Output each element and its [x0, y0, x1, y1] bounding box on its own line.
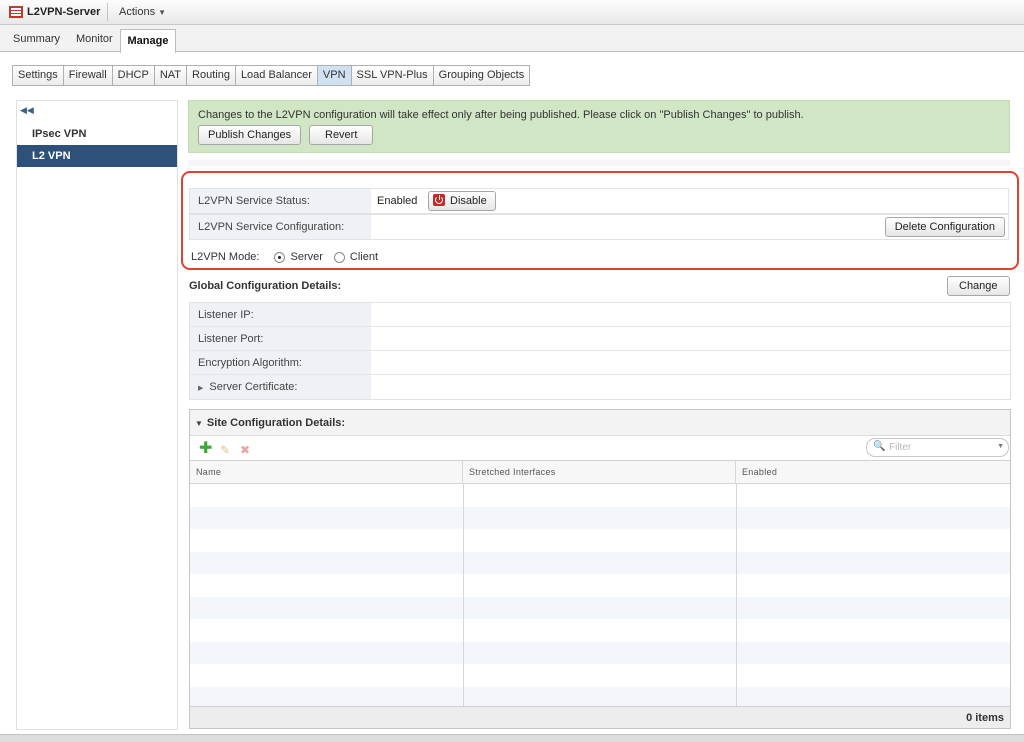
column-header-enabled[interactable]: Enabled [736, 461, 1010, 484]
subtab-ssl-vpn-plus[interactable]: SSL VPN-Plus [351, 65, 434, 86]
collapse-icon[interactable]: ◀◀ [20, 105, 34, 116]
site-config-header[interactable]: ▼ Site Configuration Details: [190, 410, 1010, 436]
subtab-vpn[interactable]: VPN [317, 65, 352, 86]
search-icon: 🔍 [873, 441, 886, 452]
items-count: 0 items [966, 712, 1004, 724]
global-config-table: Listener IP: Listener Port: Encryption A… [189, 302, 1011, 400]
sub-tabs: Settings Firewall DHCP NAT Routing Load … [12, 65, 531, 86]
revert-button[interactable]: Revert [309, 125, 374, 145]
expand-arrow-icon[interactable]: ▶ [198, 385, 203, 392]
notice-text: Changes to the L2VPN configuration will … [198, 109, 804, 121]
nav-item-ipsec-vpn[interactable]: IPsec VPN [17, 123, 177, 145]
highlight-box [181, 171, 1019, 270]
chevron-down-icon: ▼ [158, 8, 166, 17]
server-certificate-row[interactable]: ▶ Server Certificate: [190, 375, 1010, 399]
chevron-down-icon[interactable]: ▼ [997, 443, 1004, 450]
subtab-load-balancer[interactable]: Load Balancer [235, 65, 318, 86]
actions-menu[interactable]: Actions ▼ [119, 6, 166, 18]
encryption-algorithm-label: Encryption Algorithm: [190, 351, 371, 374]
main-tabs: Summary Monitor Manage [0, 25, 1024, 53]
column-header-stretched-interfaces[interactable]: Stretched Interfaces [463, 461, 736, 484]
subtab-grouping-objects[interactable]: Grouping Objects [433, 65, 531, 86]
subtab-settings[interactable]: Settings [12, 65, 64, 86]
grid-footer: 0 items [190, 706, 1010, 728]
publish-notice: Changes to the L2VPN configuration will … [188, 100, 1010, 153]
actions-label: Actions [119, 6, 156, 18]
page-title: L2VPN-Server [27, 6, 101, 18]
site-config-panel: ▼ Site Configuration Details: ✚ ✎ ✖ 🔍 Fil… [189, 409, 1011, 729]
listener-port-row: Listener Port: [190, 327, 1010, 351]
server-certificate-label: Server Certificate: [209, 381, 298, 393]
listener-port-label: Listener Port: [190, 327, 371, 350]
subtab-firewall[interactable]: Firewall [63, 65, 113, 86]
title-bar: L2VPN-Server Actions ▼ [0, 0, 1024, 25]
site-config-title: ▼ Site Configuration Details: [195, 417, 345, 429]
add-icon[interactable]: ✚ [199, 441, 212, 457]
title-divider [107, 3, 108, 21]
column-header-name[interactable]: Name [190, 461, 463, 484]
site-config-label: Site Configuration Details: [206, 417, 346, 429]
site-grid: Name Stretched Interfaces Enabled [190, 460, 1010, 709]
grid-header: Name Stretched Interfaces Enabled [190, 461, 1010, 484]
subtab-routing[interactable]: Routing [187, 65, 236, 86]
bottom-bar [0, 734, 1024, 742]
tab-manage[interactable]: Manage [120, 29, 176, 53]
subtab-dhcp[interactable]: DHCP [112, 65, 155, 86]
tab-summary[interactable]: Summary [13, 33, 60, 45]
listener-ip-label: Listener IP: [190, 303, 371, 326]
delete-icon[interactable]: ✖ [240, 443, 250, 457]
server-certificate-cell: ▶ Server Certificate: [190, 375, 371, 399]
divider [188, 160, 1010, 166]
edge-server-icon [9, 6, 23, 18]
change-button[interactable]: Change [947, 276, 1010, 296]
tab-monitor[interactable]: Monitor [76, 33, 113, 45]
listener-ip-row: Listener IP: [190, 303, 1010, 327]
filter-input[interactable]: 🔍 Filter ▼ [866, 438, 1009, 457]
publish-changes-button[interactable]: Publish Changes [198, 125, 302, 145]
vpn-nav: ◀◀ IPsec VPN L2 VPN [16, 100, 178, 730]
subtab-nat[interactable]: NAT [154, 65, 188, 86]
nav-item-l2-vpn[interactable]: L2 VPN [17, 145, 177, 167]
filter-placeholder: Filter [889, 442, 912, 453]
encryption-algorithm-row: Encryption Algorithm: [190, 351, 1010, 375]
global-config-header: Global Configuration Details: [189, 280, 342, 292]
edit-icon[interactable]: ✎ [220, 443, 230, 457]
grid-body [190, 484, 1010, 709]
collapse-arrow-icon[interactable]: ▼ [195, 419, 203, 428]
